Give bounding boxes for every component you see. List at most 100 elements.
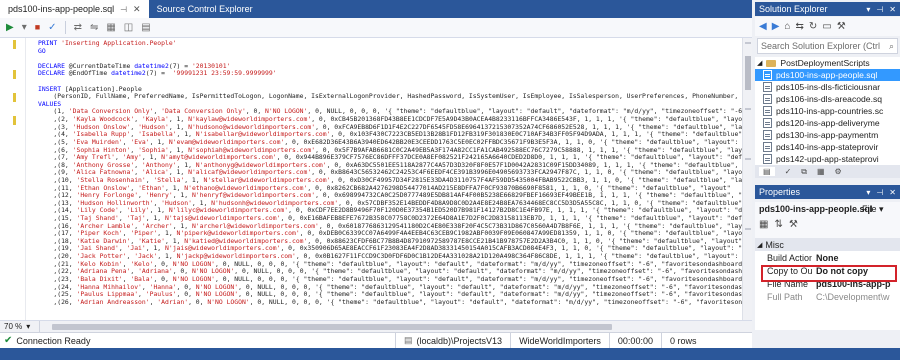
toolbox-tab-icon[interactable]: ⚙ [835, 167, 842, 176]
server-explorer-tab-icon[interactable]: ▦ [817, 167, 825, 176]
file-node[interactable]: pds120-ins-app-deliveryme [755, 117, 900, 129]
code-line[interactable]: ,(2, 'Kayla Woodcock', 'Kayla', 1, N'kay… [38, 116, 742, 124]
scroll-thumb[interactable] [745, 56, 751, 90]
zoom-selector[interactable]: 70 % ▾ [0, 320, 40, 333]
property-category[interactable]: ◢ Misc [755, 238, 900, 251]
code-line[interactable]: ,(10, 'Stella Rosenhain', 'Stella', 1, N… [38, 177, 742, 185]
file-node[interactable]: pds140-ins-app-stateprovir [755, 141, 900, 153]
refresh-icon[interactable]: ↻ [809, 21, 817, 32]
code-line[interactable]: ,(20, 'Jack Potter', 'Jack', 1, N'jackp@… [38, 253, 742, 261]
code-line[interactable]: ,(19, 'Jai Shand', 'Jai', 1, N'jais@wide… [38, 245, 742, 253]
code-line[interactable]: ,(12, 'Henry Forlonge', 'Henry', 1, N'he… [38, 192, 742, 200]
file-node[interactable]: pds142-upd-app-stateprovi [755, 153, 900, 165]
code-line[interactable]: ,(8, 'Anthony Grosse', 'Anthony', 1, N'a… [38, 162, 742, 170]
tab-source-control-explorer[interactable]: Source Control Explorer [149, 0, 261, 18]
file-node[interactable]: pds130-ins-app-paymentm [755, 129, 900, 141]
code-line[interactable]: ,(25, 'Paulus Lippmaa', 'Paulus', 0, N'N… [38, 291, 742, 299]
pin-icon[interactable]: ⊣ [120, 5, 127, 14]
chevron-down-icon[interactable]: ▾ [866, 188, 870, 197]
file-node[interactable]: pds100-ins-app-people.sql [755, 69, 900, 81]
connect-icon[interactable]: ⇄ [74, 22, 82, 33]
options-icon[interactable]: ▤ [141, 22, 150, 33]
code-token: (7) = [168, 62, 192, 70]
code-token: , [114, 154, 123, 162]
horizontal-scroll-thumb[interactable] [52, 323, 612, 330]
property-value[interactable]: None [812, 253, 900, 263]
dropdown-arrow-icon[interactable]: ▾ [22, 22, 27, 33]
code-line[interactable]: PRINT 'Inserting Application.People' [38, 40, 742, 48]
code-line[interactable]: ,(5, 'Eva Muirden', 'Eva', 1, N'evam@wid… [38, 139, 742, 147]
code-line[interactable]: VALUES [38, 101, 742, 109]
code-token: N'alicaf@wideworldimporters.com' [188, 169, 312, 177]
code-line[interactable]: ,(16, 'Archer Lamble', 'Archer', 1, N'ar… [38, 223, 742, 231]
vertical-scrollbar[interactable] [742, 38, 752, 320]
code-line[interactable]: ,(15, 'Taj Shand', 'Taj', 1, N'tajs@wide… [38, 215, 742, 223]
code-line[interactable]: ,(6, 'Sophia Hinton', 'Sophia', 1, N'sop… [38, 147, 742, 155]
plan-icon[interactable]: ◫ [124, 22, 133, 33]
wrench-icon[interactable]: ⚒ [789, 219, 798, 230]
scroll-marker [745, 42, 751, 44]
collapse-icon[interactable]: ◢ [757, 241, 762, 249]
code-line[interactable]: ,(11, 'Ethan Onslow', 'Ethan', 1, N'etha… [38, 185, 742, 193]
code-line[interactable]: ,(21, 'Kelo Kobin', 'Kelo', 0, N'NO LOGO… [38, 261, 742, 269]
file-node[interactable]: pds110-ins-app-countries.sc [755, 105, 900, 117]
code-line[interactable]: (PersonID, FullName, PreferredName, IsPe… [38, 93, 742, 101]
back-icon[interactable]: ◀ [759, 21, 767, 32]
categorized-icon[interactable]: ▦ [759, 219, 768, 230]
wrench-icon[interactable]: ⚒ [837, 21, 846, 32]
class-view-tab-icon[interactable]: ✓ [785, 167, 792, 176]
code-line[interactable]: DECLARE @CurrentDateTime datetime2(7) = … [38, 63, 742, 71]
code-line[interactable]: ,(17, 'Piper Koch', 'Piper', 1, N'piperk… [38, 230, 742, 238]
check-icon[interactable]: ✓ [48, 22, 56, 33]
code-line[interactable] [38, 78, 742, 86]
play-icon[interactable]: ▶ [6, 22, 14, 33]
sync-icon[interactable]: ⇆ [795, 21, 803, 32]
search-input[interactable]: Search Solution Explorer (Ctrl ⌕ [757, 38, 898, 54]
code-line[interactable]: ,(18, 'Katie Darwin', 'Katie', 1, N'kati… [38, 238, 742, 246]
code-line[interactable]: ,(13, 'Hudson Hollinworth', 'Hudson', 1,… [38, 200, 742, 208]
chevron-down-icon[interactable]: ▾ [866, 5, 870, 14]
code-line[interactable]: INSERT [Application].People [38, 86, 742, 94]
code-line[interactable]: ,(7, 'Amy Trefl', 'Amy', 1, N'amyt@widew… [38, 154, 742, 162]
tab-people-sql[interactable]: pds100-ins-app-people.sql ⊣ ✕ [0, 0, 149, 18]
code-line[interactable]: DECLARE @EndOfTime datetime2(7) = '99991… [38, 70, 742, 78]
search-icon[interactable]: ⌕ [889, 41, 894, 52]
code-line[interactable]: GO [38, 48, 742, 56]
pin-icon[interactable]: ⊣ [876, 188, 883, 197]
code-line[interactable]: ,(22, 'Adriana Pena', 'Adriana', 0, N'NO… [38, 268, 742, 276]
disconnect-icon[interactable]: ⇋ [90, 22, 98, 33]
code-token: 'Ethan' [138, 184, 165, 192]
file-node[interactable]: pds106-ins-dls-areacode.sq [755, 93, 900, 105]
solution-explorer-tab-icon[interactable]: ▤ [759, 167, 775, 176]
code-line[interactable]: ,(14, 'Lily Code', 'Lily', 1, N'lilyc@wi… [38, 207, 742, 215]
chevron-down-icon[interactable]: ◢ [757, 59, 762, 67]
team-explorer-tab-icon[interactable]: ⧉ [801, 167, 807, 177]
property-row-build-action[interactable]: Build Action None [755, 251, 900, 264]
results-icon[interactable]: ▦ [106, 22, 115, 33]
code-line[interactable]: ,(4, 'Isabella Rupp', 'Isabella', 1, N'i… [38, 131, 742, 139]
pin-icon[interactable]: ⊣ [876, 5, 883, 14]
code-line[interactable] [38, 55, 742, 63]
code-token: ,(22, [38, 268, 77, 276]
code-line[interactable]: ,(26, 'Adrian Andreasson', 'Adrian', 0, … [38, 299, 742, 307]
file-node[interactable]: pds105-ins-dls-ficticiousnar [755, 81, 900, 93]
code-area[interactable]: PRINT 'Inserting Application.People' GO DE… [38, 40, 742, 306]
forward-icon[interactable]: ▶ [772, 21, 780, 32]
collapse-icon[interactable]: ▭ [822, 21, 831, 32]
code-line[interactable]: (1, 'Data Conversion Only', 'Data Conver… [38, 108, 742, 116]
database-icon: ▤ [404, 335, 413, 345]
close-icon[interactable]: ✕ [889, 188, 896, 197]
code-line[interactable]: ,(9, 'Alica Fatnowna', 'Alica', 1, N'ali… [38, 169, 742, 177]
close-tab-icon[interactable]: ✕ [133, 4, 141, 15]
home-icon[interactable]: ⌂ [784, 21, 790, 32]
close-icon[interactable]: ✕ [889, 5, 896, 14]
stop-icon[interactable]: ■ [35, 23, 40, 32]
folder-node[interactable]: ◢ PostDeploymentScripts [755, 57, 900, 69]
code-line[interactable]: ,(23, 'Bala Dixit', 'Bala', 0, N'NO LOGO… [38, 276, 742, 284]
object-kind[interactable]: File ▾ [862, 204, 884, 215]
alphabetical-icon[interactable]: ⇅ [774, 219, 782, 230]
code-line[interactable]: ,(24, 'Hanna Mihhailov', 'Hanna', 0, N'N… [38, 284, 742, 292]
property-row-full-path[interactable]: Full Path C:\Development\w [755, 290, 900, 303]
code-line[interactable]: ,(3, 'Hudson Onslow', 'Hudson', 1, N'hud… [38, 124, 742, 132]
sql-editor[interactable]: PRINT 'Inserting Application.People' GO DE… [0, 38, 742, 320]
